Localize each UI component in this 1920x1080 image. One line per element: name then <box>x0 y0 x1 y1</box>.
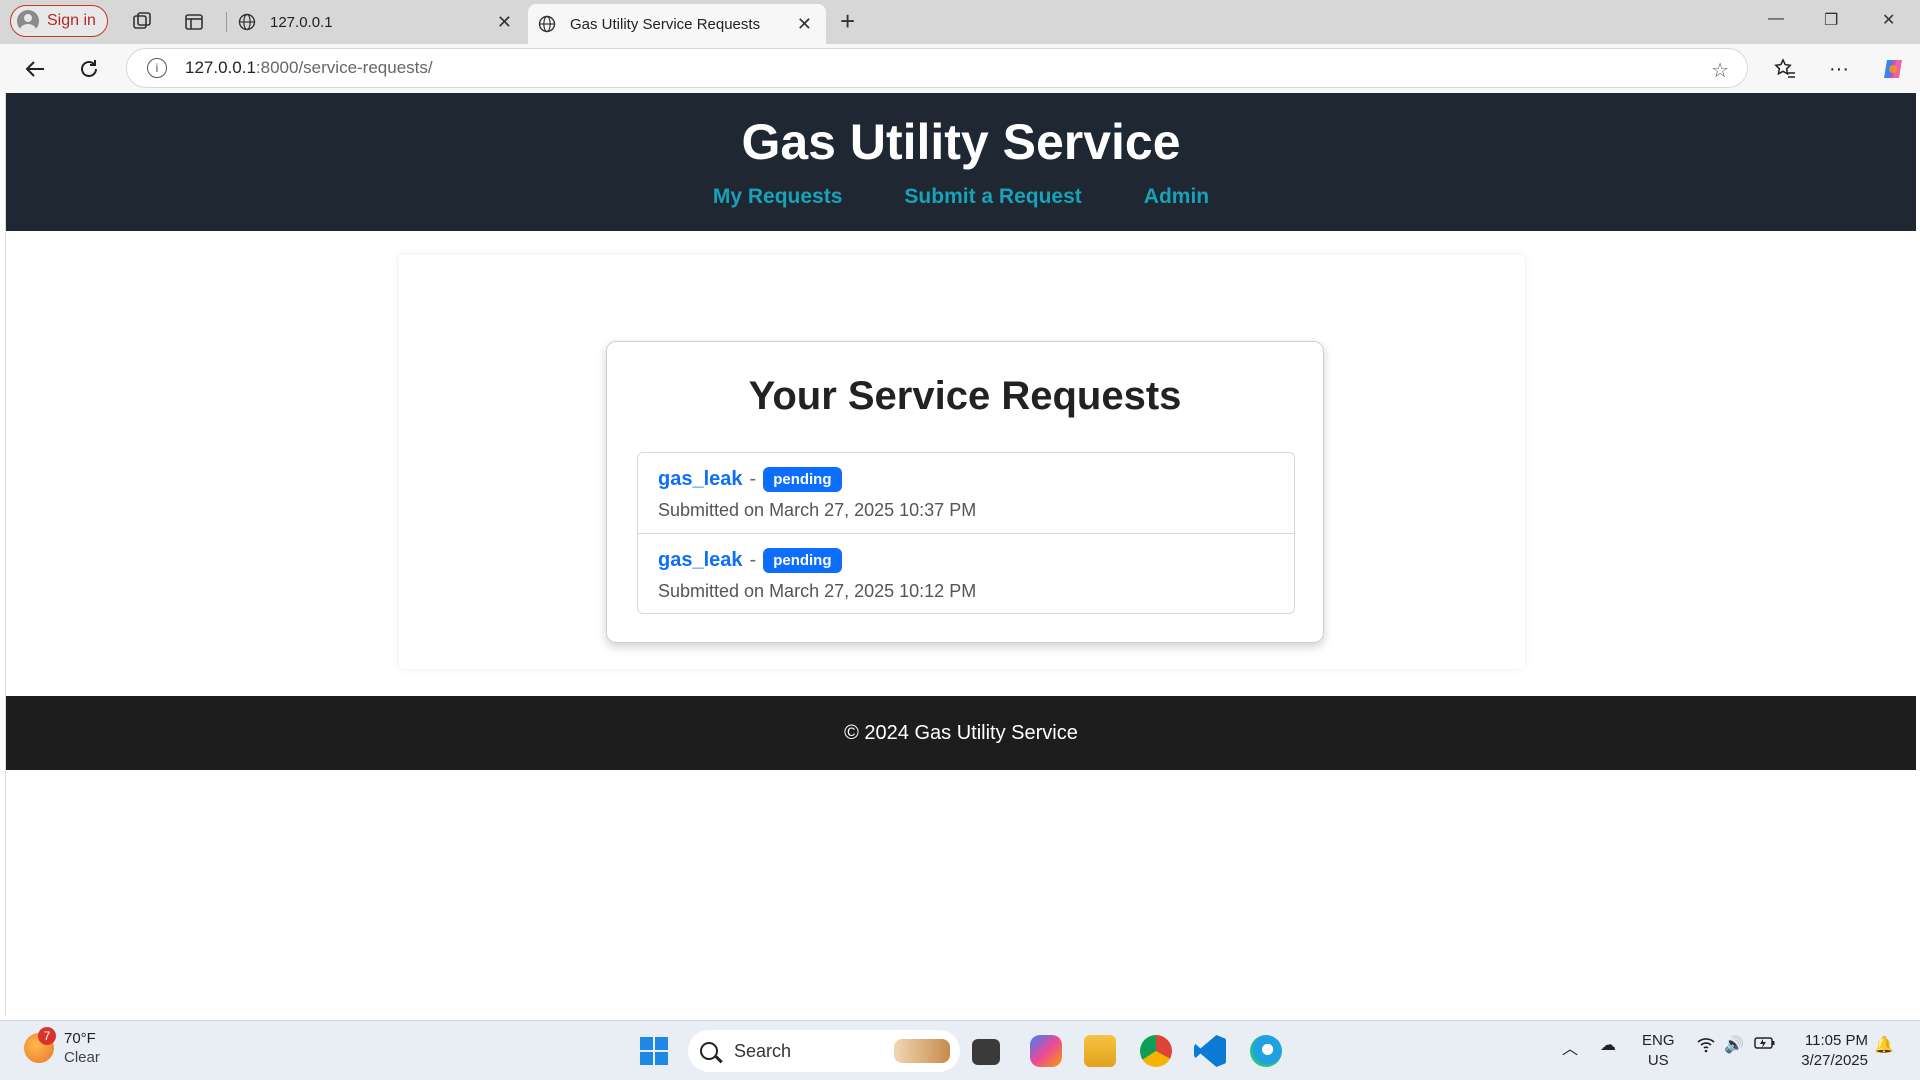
site-header: Gas Utility Service My Requests Submit a… <box>6 93 1916 231</box>
site-info-icon[interactable]: i <box>147 58 167 78</box>
refresh-icon[interactable] <box>76 56 102 82</box>
weather-sun-icon: 7 <box>24 1027 56 1063</box>
weather-alert-badge: 7 <box>38 1027 56 1045</box>
sign-in-button[interactable]: Sign in <box>10 5 108 37</box>
search-icon <box>700 1042 718 1060</box>
restore-icon[interactable]: ❐ <box>1824 10 1838 30</box>
globe-icon <box>238 13 256 31</box>
wifi-icon[interactable] <box>1696 1035 1716 1058</box>
site-title: Gas Utility Service <box>741 114 1181 170</box>
weather-widget[interactable]: 7 70°F Clear <box>24 1027 100 1067</box>
close-tab-icon[interactable]: ✕ <box>497 12 512 33</box>
submitted-date: Submitted on March 27, 2025 10:12 PM <box>658 581 977 601</box>
clock-date: 3/27/2025 <box>1801 1052 1868 1069</box>
close-window-icon[interactable]: ✕ <box>1882 10 1895 30</box>
profile-icon <box>17 10 39 32</box>
page-viewport: Gas Utility Service My Requests Submit a… <box>5 93 1916 1016</box>
service-requests-card: Your Service Requests gas_leak - pending… <box>606 341 1324 643</box>
vscode-icon[interactable] <box>1194 1035 1226 1067</box>
weather-condition: Clear <box>64 1049 100 1066</box>
list-item: gas_leak - pending Submitted on March 27… <box>638 533 1294 613</box>
windows-start-icon[interactable] <box>640 1037 668 1065</box>
language-code: ENG <box>1642 1032 1675 1049</box>
browser-tab-bar: Sign in 127.0.0.1 ✕ Gas Utility Service … <box>0 0 1920 44</box>
globe-icon <box>538 15 556 33</box>
site-nav: My Requests Submit a Request Admin <box>6 185 1916 209</box>
nav-submit-request[interactable]: Submit a Request <box>904 185 1081 209</box>
task-view-icon[interactable] <box>972 1039 1000 1065</box>
taskbar-search[interactable]: Search <box>688 1030 960 1072</box>
volume-icon[interactable]: 🔊 <box>1724 1035 1744 1055</box>
weather-temp: 70°F <box>64 1030 96 1047</box>
site-footer: © 2024 Gas Utility Service <box>6 696 1916 770</box>
sign-in-label: Sign in <box>47 12 96 29</box>
chrome-icon[interactable] <box>1140 1035 1172 1067</box>
tab-title: 127.0.0.1 <box>270 13 333 31</box>
tab-title: Gas Utility Service Requests <box>570 15 761 33</box>
tab-separator <box>226 12 227 32</box>
favorite-star-icon[interactable]: ☆ <box>1711 58 1729 83</box>
notifications-icon[interactable]: 🔔 <box>1874 1035 1894 1055</box>
copilot-icon[interactable] <box>1880 56 1906 82</box>
nav-my-requests[interactable]: My Requests <box>713 185 843 209</box>
edge-icon[interactable] <box>1250 1035 1282 1067</box>
system-clock[interactable]: 11:05 PM 3/27/2025 <box>1796 1031 1868 1071</box>
file-explorer-icon[interactable] <box>1084 1035 1116 1067</box>
copilot-app-icon[interactable] <box>1030 1035 1062 1067</box>
separator: - <box>749 468 757 490</box>
language-indicator[interactable]: ENG US <box>1642 1031 1675 1071</box>
search-highlight-icon <box>894 1039 950 1063</box>
tab-service-requests[interactable]: Gas Utility Service Requests ✕ <box>528 4 826 44</box>
tab-actions-icon[interactable] <box>180 8 208 36</box>
back-icon[interactable] <box>22 56 48 82</box>
show-hidden-icons-icon[interactable]: ︿ <box>1562 1035 1578 1059</box>
url-host: 127.0.0.1 <box>185 58 256 77</box>
status-badge: pending <box>763 467 842 492</box>
separator: - <box>749 549 757 571</box>
more-options-icon[interactable]: ··· <box>1826 56 1852 82</box>
list-item: gas_leak - pending Submitted on March 27… <box>638 453 1294 533</box>
workspaces-icon[interactable] <box>128 8 156 36</box>
url-path: :8000/service-requests/ <box>255 58 433 77</box>
close-tab-icon[interactable]: ✕ <box>797 14 812 35</box>
request-type-link[interactable]: gas_leak <box>658 549 743 572</box>
search-label: Search <box>734 1040 792 1061</box>
new-tab-icon[interactable]: + <box>840 8 855 34</box>
request-type-link[interactable]: gas_leak <box>658 468 743 491</box>
battery-icon[interactable] <box>1754 1035 1776 1056</box>
browser-toolbar: i 127.0.0.1:8000/service-requests/ ☆ ··· <box>0 44 1920 92</box>
submitted-date: Submitted on March 27, 2025 10:37 PM <box>658 500 977 520</box>
request-list: gas_leak - pending Submitted on March 27… <box>637 452 1295 614</box>
onedrive-icon[interactable]: ☁ <box>1600 1035 1616 1055</box>
address-bar[interactable]: i 127.0.0.1:8000/service-requests/ ☆ <box>126 48 1748 88</box>
card-heading: Your Service Requests <box>748 374 1182 418</box>
clock-time: 11:05 PM <box>1804 1032 1868 1049</box>
nav-admin[interactable]: Admin <box>1144 185 1209 209</box>
tab-localhost[interactable]: 127.0.0.1 ✕ <box>228 0 526 44</box>
region-code: US <box>1647 1052 1669 1069</box>
favorites-icon[interactable] <box>1772 56 1798 82</box>
status-badge: pending <box>763 548 842 573</box>
minimize-icon[interactable]: — <box>1768 10 1784 28</box>
taskbar: 7 70°F Clear Search ︿ ☁ ENG US 🔊 11:05 P… <box>0 1020 1920 1080</box>
footer-text: © 2024 Gas Utility Service <box>844 722 1078 744</box>
